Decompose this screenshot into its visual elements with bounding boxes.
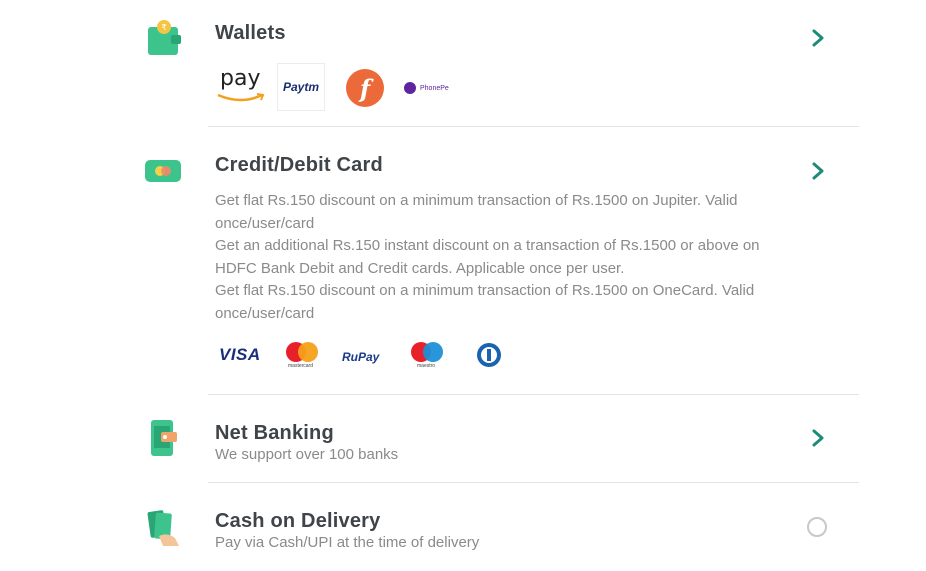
paytm-logo[interactable]: Paytm (277, 63, 325, 111)
wallets-option[interactable]: ₹ Wallets pay Paytm f PhonePe (0, 0, 926, 127)
card-offers: Get flat Rs.150 discount on a minimum tr… (215, 190, 800, 325)
phonepe-logo[interactable]: PhonePe (404, 81, 449, 95)
net-banking-option[interactable]: Net Banking We support over 100 banks (0, 395, 926, 482)
offer-text: Get flat Rs.150 discount on a minimum tr… (215, 282, 755, 322)
maestro-logo: maestro (409, 341, 445, 371)
phonepe-icon (404, 82, 416, 94)
mobile-banking-icon (145, 419, 183, 462)
svg-text:₹: ₹ (161, 23, 166, 32)
card-option[interactable]: Credit/Debit Card Get flat Rs.150 discou… (0, 127, 926, 394)
wallets-chevron-right-icon[interactable] (808, 28, 828, 48)
cod-radio-button[interactable] (807, 517, 827, 537)
net-banking-subtitle: We support over 100 banks (215, 446, 399, 463)
cod-title: Cash on Delivery (215, 510, 381, 532)
wallets-title: Wallets (215, 22, 286, 44)
cod-subtitle: Pay via Cash/UPI at the time of delivery (215, 534, 480, 551)
net-banking-chevron-right-icon[interactable] (808, 428, 828, 448)
net-banking-title: Net Banking (215, 422, 334, 444)
freecharge-logo[interactable]: f (346, 69, 384, 107)
amazon-pay-logo[interactable]: pay (216, 66, 268, 106)
offer-text: Get an additional Rs.150 instant discoun… (215, 237, 760, 277)
cod-option[interactable]: Cash on Delivery Pay via Cash/UPI at the… (0, 483, 926, 571)
mastercard-logo: mastercard (284, 341, 320, 371)
visa-logo: VISA (219, 345, 261, 364)
diners-club-logo (474, 342, 504, 373)
offer-text: Get flat Rs.150 discount on a minimum tr… (215, 192, 738, 232)
cash-in-hand-icon (145, 508, 185, 553)
card-icon (145, 160, 183, 189)
wallet-icon: ₹ (145, 18, 185, 63)
card-title: Credit/Debit Card (215, 154, 383, 176)
card-chevron-right-icon[interactable] (808, 161, 828, 181)
rupay-logo: RuPay (342, 350, 380, 364)
